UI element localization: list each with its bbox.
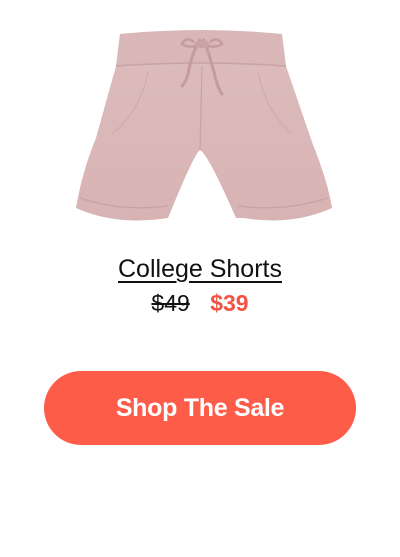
shop-the-sale-button[interactable]: Shop The Sale (44, 371, 356, 445)
sale-price: $39 (210, 290, 249, 316)
price-row: $49 $39 (0, 287, 400, 319)
original-price: $49 (151, 290, 190, 316)
product-image-shorts[interactable] (70, 22, 334, 234)
product-title-link[interactable]: College Shorts (0, 253, 400, 285)
